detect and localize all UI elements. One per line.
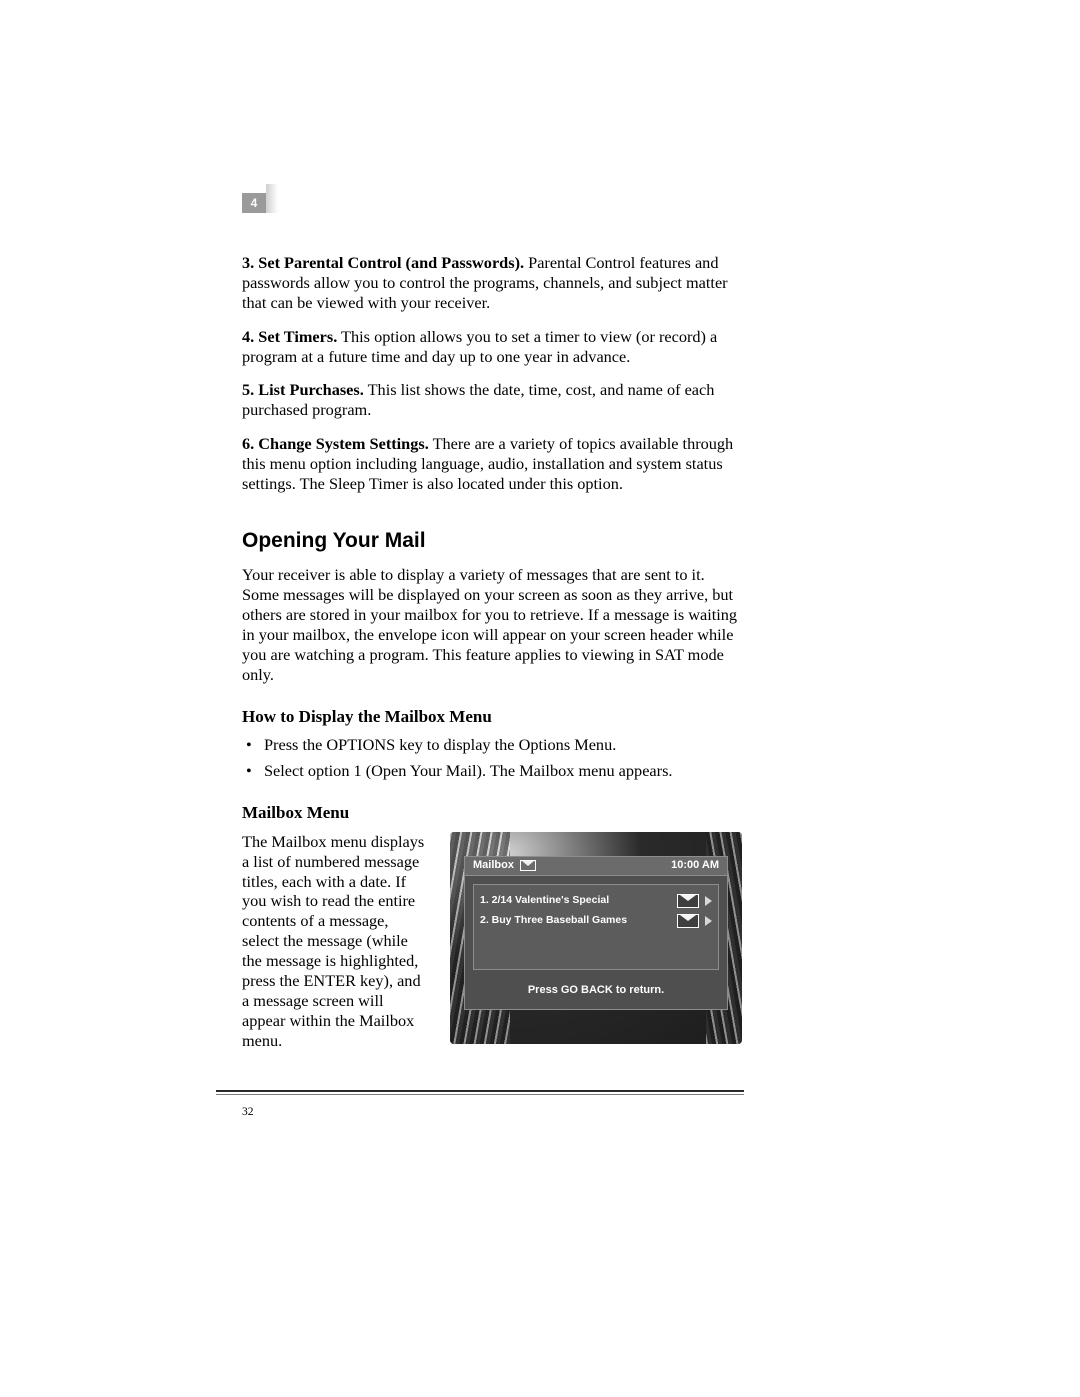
osd-footer: Press GO BACK to return. xyxy=(473,984,719,997)
body: 3. Set Parental Control (and Passwords).… xyxy=(242,253,742,1050)
howto-item: Select option 1 (Open Your Mail). The Ma… xyxy=(264,761,742,781)
footer-rule xyxy=(216,1090,744,1100)
osd-row-label: 1. 2/14 Valentine's Special xyxy=(480,894,609,907)
chapter-tab-shadow xyxy=(266,184,278,213)
howto-list: Press the OPTIONS key to display the Opt… xyxy=(242,735,742,781)
para-5-title: List Purchases. xyxy=(258,380,364,399)
envelope-icon xyxy=(677,914,699,928)
page-number: 32 xyxy=(242,1106,254,1118)
mailbox-row: The Mailbox menu displays a list of numb… xyxy=(242,832,742,1051)
para-5: 5. List Purchases. This list shows the d… xyxy=(242,380,742,420)
para-3: 3. Set Parental Control (and Passwords).… xyxy=(242,253,742,313)
osd-row[interactable]: 2. Buy Three Baseball Games xyxy=(480,911,712,931)
page: 4 3. Set Parental Control (and Passwords… xyxy=(0,0,1080,1397)
para-6-title: Change System Settings. xyxy=(258,434,429,453)
para-4-num: 4. xyxy=(242,327,258,346)
osd-panel: Mailbox 10:00 AM 1. 2/14 Valentine's Spe… xyxy=(464,856,728,1030)
para-4: 4. Set Timers. This option allows you to… xyxy=(242,327,742,367)
osd-time: 10:00 AM xyxy=(671,859,719,872)
para-5-num: 5. xyxy=(242,380,258,399)
osd-title: Mailbox xyxy=(473,859,514,872)
para-6: 6. Change System Settings. There are a v… xyxy=(242,434,742,494)
osd-row-label: 2. Buy Three Baseball Games xyxy=(480,914,627,927)
osd-body: 1. 2/14 Valentine's Special 2. Buy Three… xyxy=(464,876,728,1010)
chapter-tab: 4 xyxy=(242,193,266,213)
osd-list: 1. 2/14 Valentine's Special 2. Buy Three… xyxy=(473,884,719,970)
osd-row[interactable]: 1. 2/14 Valentine's Special xyxy=(480,891,712,911)
mailbox-heading: Mailbox Menu xyxy=(242,803,742,824)
tv-frame: Mailbox 10:00 AM 1. 2/14 Valentine's Spe… xyxy=(450,832,742,1044)
mailbox-text: The Mailbox menu displays a list of numb… xyxy=(242,832,428,1051)
osd-header: Mailbox 10:00 AM xyxy=(464,856,728,876)
para-3-title: Set Parental Control (and Passwords). xyxy=(258,253,524,272)
envelope-icon xyxy=(520,860,536,871)
mailbox-figure: Mailbox 10:00 AM 1. 2/14 Valentine's Spe… xyxy=(450,832,742,1044)
chevron-right-icon xyxy=(705,896,712,906)
para-3-num: 3. xyxy=(242,253,258,272)
section-intro: Your receiver is able to display a varie… xyxy=(242,565,742,684)
howto-heading: How to Display the Mailbox Menu xyxy=(242,707,742,728)
chevron-right-icon xyxy=(705,916,712,926)
envelope-icon xyxy=(677,894,699,908)
section-heading: Opening Your Mail xyxy=(242,528,742,554)
howto-item: Press the OPTIONS key to display the Opt… xyxy=(264,735,742,755)
para-4-title: Set Timers. xyxy=(258,327,337,346)
para-6-num: 6. xyxy=(242,434,258,453)
